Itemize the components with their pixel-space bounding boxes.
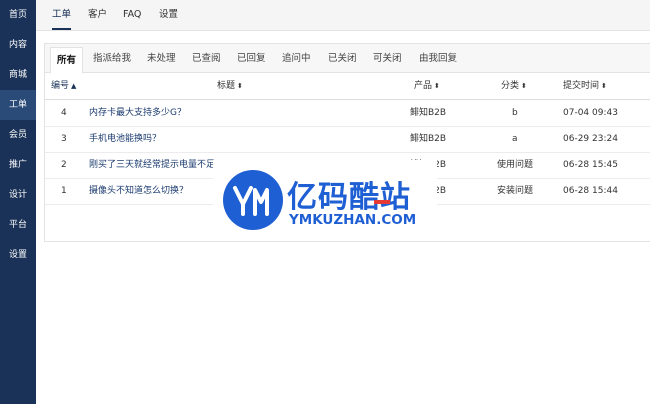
cell-id: 1 [61, 186, 67, 196]
filter-tabs: 所有 指派给我 未处理 已查阅 已回复 追问中 已关闭 可关闭 由我回复 [45, 44, 650, 74]
cell-category: a [512, 134, 518, 144]
column-title[interactable]: 标题 ⬍ [217, 73, 243, 99]
cell-title[interactable]: 摄像头不知道怎么切换？ [89, 178, 188, 204]
sort-asc-icon: ▲ [71, 82, 77, 90]
cell-time: 07-04 09:43 [563, 108, 618, 118]
column-label: 分类 [501, 81, 520, 91]
watermark: 亿码酷站 YMKUZHAN.COM [213, 160, 437, 240]
watermark-title-cn: 亿码酷站 [287, 180, 411, 215]
cell-time: 06-28 15:44 [563, 186, 618, 196]
filter-tab-unprocessed[interactable]: 未处理 [147, 44, 176, 72]
cell-time: 06-29 23:24 [563, 134, 618, 144]
column-label: 产品 [414, 81, 433, 91]
sidebar-item-label: 平台 [8, 220, 27, 230]
filter-tab-viewed[interactable]: 已查阅 [192, 44, 221, 72]
cell-id: 2 [61, 160, 67, 170]
cell-product: 鲱知B2B [410, 108, 447, 118]
filter-tab-closable[interactable]: 可关闭 [373, 44, 402, 72]
filter-tab-replied[interactable]: 已回复 [237, 44, 266, 72]
tab-tickets[interactable]: 工单 [52, 0, 72, 30]
column-product[interactable]: 产品 ⬍ [414, 73, 440, 99]
sidebar-item-label: 设计 [8, 190, 27, 200]
filter-tab-all[interactable]: 所有 [50, 47, 84, 74]
tab-faq[interactable]: FAQ [123, 0, 141, 30]
sidebar-item-label: 商城 [8, 70, 27, 80]
sidebar-item-settings[interactable]: 设置 [0, 240, 36, 270]
column-label: 标题 [217, 81, 236, 91]
cell-category: b [512, 108, 518, 118]
sidebar-item-label: 内容 [8, 40, 27, 50]
sidebar-item-shop[interactable]: 商城 [0, 60, 36, 90]
sidebar-item-home[interactable]: 首页 [0, 0, 36, 30]
column-category[interactable]: 分类 ⬍ [501, 73, 527, 99]
filter-tab-assigned[interactable]: 指派给我 [93, 44, 131, 72]
cell-id: 3 [61, 134, 67, 144]
filter-tab-following[interactable]: 追问中 [282, 44, 311, 72]
sidebar-item-label: 工单 [8, 100, 27, 110]
cell-category: 安装问题 [497, 186, 534, 196]
sidebar-item-promotion[interactable]: 推广 [0, 150, 36, 180]
filter-tab-closed[interactable]: 已关闭 [328, 44, 357, 72]
sidebar-item-design[interactable]: 设计 [0, 180, 36, 210]
column-id[interactable]: 编号 ▲ [51, 73, 76, 99]
sidebar-item-label: 首页 [8, 10, 27, 20]
watermark-logo-icon [223, 170, 283, 230]
top-nav: 工单 客户 FAQ 设置 [36, 0, 650, 31]
table-header: 编号 ▲ 标题 ⬍ 产品 ⬍ 分类 ⬍ 提交时间 ⬍ [45, 73, 650, 100]
cell-title[interactable]: 手机电池能换吗？ [89, 126, 161, 152]
cell-category: 使用问题 [497, 160, 534, 170]
sidebar: 首页 内容 商城 工单 会员 推广 设计 平台 设置 [0, 0, 36, 404]
sort-icon: ⬍ [601, 82, 607, 90]
cell-title[interactable]: 内存卡最大支持多少G？ [89, 100, 186, 126]
tab-customers[interactable]: 客户 [88, 0, 107, 30]
filter-tab-my-replies[interactable]: 由我回复 [419, 44, 457, 72]
watermark-title-en: YMKUZHAN.COM [289, 212, 417, 228]
tab-settings[interactable]: 设置 [159, 0, 178, 30]
table-row[interactable]: 4 内存卡最大支持多少G？ 鲱知B2B b 07-04 09:43 [45, 100, 650, 127]
sidebar-item-label: 设置 [8, 250, 27, 260]
sidebar-item-label: 会员 [8, 130, 27, 140]
column-label: 编号 [51, 81, 70, 91]
sidebar-item-label: 推广 [8, 160, 27, 170]
sidebar-item-content[interactable]: 内容 [0, 30, 36, 60]
sidebar-item-members[interactable]: 会员 [0, 120, 36, 150]
cell-title[interactable]: 刚买了三天就经常提示电量不足 [89, 152, 215, 178]
cell-id: 4 [61, 108, 67, 118]
sidebar-item-platform[interactable]: 平台 [0, 210, 36, 240]
sidebar-item-tickets[interactable]: 工单 [0, 90, 36, 120]
sort-icon: ⬍ [434, 82, 440, 90]
sort-icon: ⬍ [521, 82, 527, 90]
cell-time: 06-28 15:45 [563, 160, 618, 170]
table-row[interactable]: 3 手机电池能换吗？ 鲱知B2B a 06-29 23:24 [45, 126, 650, 153]
column-submit-time[interactable]: 提交时间 ⬍ [563, 73, 607, 99]
cell-product: 鲱知B2B [410, 134, 447, 144]
sort-icon: ⬍ [237, 82, 243, 90]
column-label: 提交时间 [563, 81, 600, 91]
logo-mark-icon [233, 186, 269, 216]
watermark-accent-bar [374, 200, 390, 204]
